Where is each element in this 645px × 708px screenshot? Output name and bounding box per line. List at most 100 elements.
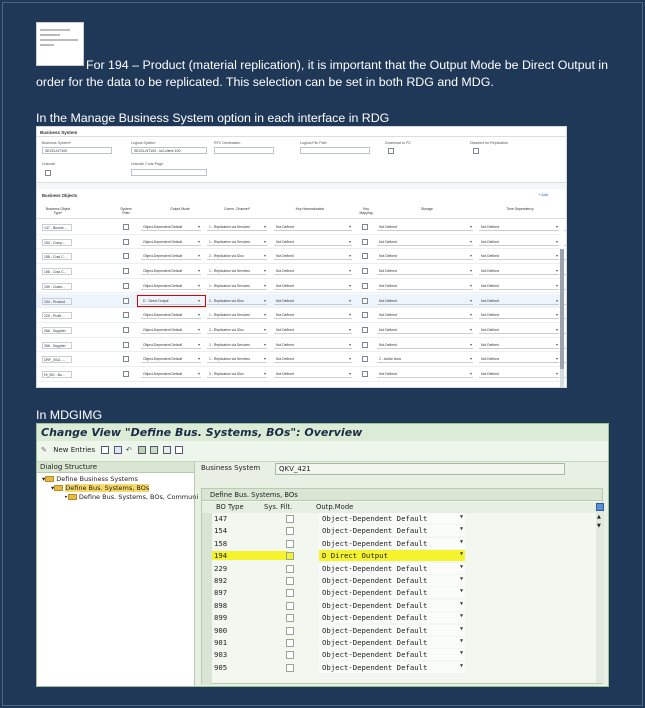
system-filter-checkbox[interactable] (123, 238, 129, 245)
key-mapping-checkbox[interactable] (362, 356, 368, 363)
bo-type-input[interactable]: 159 - Custo... (42, 282, 72, 290)
sys-filter-checkbox[interactable] (286, 577, 294, 585)
rdg-scrollbar[interactable] (560, 249, 564, 387)
system-filter-checkbox[interactable] (123, 326, 129, 333)
comm-channel-select[interactable]: 1 - Replication via Services (207, 356, 267, 364)
bo-table-row[interactable]: 905 Object-Dependent Default (202, 661, 592, 674)
rdg-table-row[interactable]: 194 - ProductD - Direct Output2 - Replic… (37, 293, 566, 309)
display-change-icon[interactable]: ✎ (41, 446, 49, 454)
logical-file-path-input[interactable] (300, 147, 370, 154)
output-mode-dropdown[interactable]: Object-Dependent Default (319, 525, 465, 537)
rfc-destination-select[interactable] (214, 147, 274, 154)
bo-table-row[interactable]: 229 Object-Dependent Default (202, 562, 592, 575)
bo-table-row[interactable]: 898 Object-Dependent Default (202, 599, 592, 612)
mdc-template-select[interactable] (564, 356, 566, 364)
system-filter-checkbox[interactable] (123, 297, 129, 304)
new-entries-button[interactable]: New Entries (53, 446, 95, 454)
sys-filter-checkbox[interactable] (286, 564, 294, 573)
key-mapping-checkbox[interactable] (362, 371, 368, 377)
time-dependency-select[interactable]: Not Defined (479, 356, 559, 364)
rdg-table-row[interactable]: 159 - Custo... Object-Dependent Default 1 … (37, 279, 566, 294)
mdc-template-select[interactable] (564, 342, 566, 349)
mdc-template-select[interactable] (564, 253, 566, 261)
rdg-table-row[interactable]: HI_BO - Bu... Object-Dependent Default 2 -… (37, 367, 566, 382)
key-mapping-checkbox[interactable] (362, 326, 368, 333)
time-dependency-select[interactable]: Not Defined (479, 298, 559, 305)
unicode-checkbox[interactable] (45, 170, 51, 176)
output-mode-dropdown[interactable]: Object-Dependent Default (319, 661, 465, 673)
unicode-code-page-select[interactable] (131, 169, 207, 176)
rdg-table-row[interactable]: 266 - Supplier Object-Dependent Default 2 … (37, 323, 566, 338)
key-harmonization-select[interactable]: Not Defined (274, 312, 352, 320)
comm-channel-select[interactable]: 1 - Replication via Services (207, 224, 267, 231)
scroll-down-icon[interactable]: ▼ (597, 523, 601, 529)
copy-icon[interactable] (101, 446, 110, 454)
time-dependency-select[interactable]: Not Defined (479, 239, 559, 246)
sys-filter-checkbox[interactable] (286, 651, 294, 660)
storage-select[interactable]: Not Defined (377, 312, 473, 320)
output-mode-dropdown[interactable]: Object-Dependent Default (319, 599, 465, 611)
key-mapping-checkbox[interactable] (362, 282, 368, 289)
sys-filter-checkbox[interactable] (286, 589, 294, 598)
sys-filter-checkbox[interactable] (286, 626, 294, 635)
output-mode-select[interactable]: Object-Dependent Default (141, 327, 201, 334)
key-mapping-checkbox[interactable] (362, 224, 368, 230)
output-mode-dropdown[interactable]: Object-Dependent Default (319, 513, 465, 524)
mdc-template-select[interactable] (564, 298, 566, 305)
time-dependency-select[interactable]: Not Defined (479, 283, 559, 290)
storage-select[interactable]: Not Defined (377, 371, 473, 378)
sys-filter-checkbox[interactable] (286, 601, 294, 610)
rdg-table-row[interactable]: 266 - Supplier Object-Dependent Default 1 … (37, 338, 566, 353)
system-filter-checkbox[interactable] (123, 268, 129, 275)
bo-type-input[interactable]: 158 - Cost C... (42, 268, 72, 276)
key-harmonization-select[interactable]: Not Defined (274, 283, 352, 290)
bo-table-row[interactable]: 897 Object-Dependent Default (202, 587, 592, 599)
comm-channel-select[interactable]: 1 - Replication via Services (207, 312, 267, 320)
bo-table-row[interactable]: 147 Object-Dependent Default (202, 513, 592, 525)
output-mode-dropdown[interactable]: Object-Dependent Default (319, 537, 465, 549)
mdc-template-select[interactable] (564, 239, 566, 246)
time-dependency-select[interactable]: Not Defined (479, 371, 559, 378)
bo-table-row[interactable]: 892 Object-Dependent Default (202, 575, 592, 587)
sys-filter-checkbox[interactable] (286, 663, 294, 672)
rdg-table-row[interactable]: 229 - Profit ... Object-Dependent Default… (37, 308, 566, 323)
sys-filter-checkbox[interactable] (286, 539, 294, 548)
system-filter-checkbox[interactable] (123, 341, 129, 348)
system-filter-checkbox[interactable] (123, 371, 129, 377)
key-harmonization-select[interactable]: Not Defined (274, 224, 352, 231)
scroll-up-icon[interactable]: ▲ (597, 514, 601, 520)
tree-item-define-bus-systems-bos-communi[interactable]: • Define Bus. Systems, BOs, Communi (37, 493, 198, 502)
business-system-field[interactable]: QKV_421 (275, 463, 565, 475)
output-mode-dropdown[interactable]: Object-Dependent Default (319, 637, 465, 648)
storage-select[interactable]: 2 - Active Area (377, 356, 473, 364)
system-filter-checkbox[interactable] (123, 253, 129, 260)
bo-type-input[interactable]: 266 - Supplier (42, 341, 72, 349)
tree-item-define-business-systems[interactable]: ▾ Define Business Systems (37, 475, 194, 484)
bo-type-input[interactable]: 194 - Product (42, 297, 72, 305)
key-mapping-checkbox[interactable] (362, 238, 368, 245)
bo-table-row[interactable]: 158 Object-Dependent Default (202, 537, 592, 550)
table-scrollbar[interactable]: ▲ ▼ (596, 503, 604, 683)
bo-table-row[interactable]: 901 Object-Dependent Default (202, 637, 592, 649)
bo-table-row[interactable]: 899 Object-Dependent Default (202, 612, 592, 624)
rdg-table-row[interactable]: 158 - Cost C... Object-Dependent Default 2… (37, 249, 566, 265)
bo-type-input[interactable]: 158 - Cost C... (42, 253, 72, 261)
time-dependency-select[interactable]: Not Defined (479, 342, 559, 349)
select-all-icon[interactable] (138, 446, 147, 454)
sys-filter-checkbox[interactable] (286, 614, 294, 623)
storage-select[interactable]: Not Defined (377, 342, 473, 349)
comm-channel-select[interactable]: 1 - Replication via Services (207, 239, 267, 246)
storage-select[interactable]: Not Defined (377, 253, 473, 261)
system-filter-checkbox[interactable] (123, 282, 129, 289)
output-mode-dropdown[interactable]: Object-Dependent Default (319, 575, 465, 586)
output-mode-select[interactable]: Object-Dependent Default (141, 312, 201, 320)
delete-icon[interactable] (113, 446, 122, 454)
key-mapping-checkbox[interactable] (362, 312, 368, 319)
sys-filter-checkbox[interactable] (286, 515, 294, 523)
time-dependency-select[interactable]: Not Defined (479, 327, 559, 334)
rdg-table-row[interactable]: DRF_0011 -... Object-Dependent Default 1 -… (37, 352, 566, 367)
output-mode-dropdown[interactable]: Object-Dependent Default (319, 612, 465, 624)
bo-type-input[interactable]: 229 - Profit ... (42, 312, 72, 320)
output-mode-select[interactable]: Object-Dependent Default (141, 342, 201, 349)
output-mode-select[interactable]: Object-Dependent Default (141, 371, 201, 378)
